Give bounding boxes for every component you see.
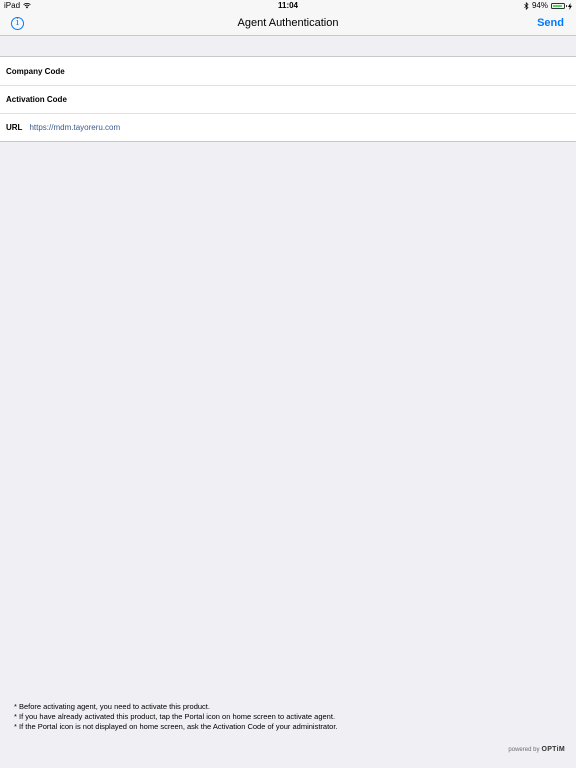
brand-logo: OPTiM	[541, 746, 565, 753]
status-time: 11:04	[277, 1, 299, 10]
activation-code-field[interactable]	[74, 89, 576, 109]
powered-by-text: powered by	[508, 747, 540, 753]
powered-by-footer: powered by OPTiM	[508, 746, 565, 753]
battery-percent: 94%	[531, 1, 548, 10]
note-line: * If the Portal icon is not displayed on…	[14, 722, 338, 731]
url-row[interactable]: URL	[0, 113, 576, 141]
status-bar: iPad 11:04 94%	[0, 0, 576, 12]
company-code-field[interactable]	[72, 61, 576, 81]
url-field[interactable]	[29, 117, 576, 137]
note-line: * Before activating agent, you need to a…	[14, 702, 210, 711]
bluetooth-icon	[524, 2, 529, 10]
battery-tip	[565, 5, 567, 7]
activation-code-row[interactable]: Activation Code	[0, 85, 576, 113]
note-line: * If you have already activated this pro…	[14, 712, 336, 721]
charging-icon	[568, 2, 572, 10]
company-code-row[interactable]: Company Code	[0, 57, 576, 85]
notes: * Before activating agent, you need to a…	[14, 702, 338, 732]
send-button[interactable]: Send	[537, 12, 564, 35]
url-label: URL	[6, 122, 23, 132]
activation-code-label: Activation Code	[6, 94, 67, 104]
status-right: 94%	[524, 0, 572, 12]
battery-fill	[553, 5, 563, 7]
company-code-label: Company Code	[6, 66, 65, 76]
navigation-bar: i Agent Authentication Send	[0, 12, 576, 36]
battery-icon	[551, 3, 567, 9]
page-title: Agent Authentication	[237, 17, 339, 29]
authentication-form: Company Code Activation Code URL	[0, 56, 576, 142]
